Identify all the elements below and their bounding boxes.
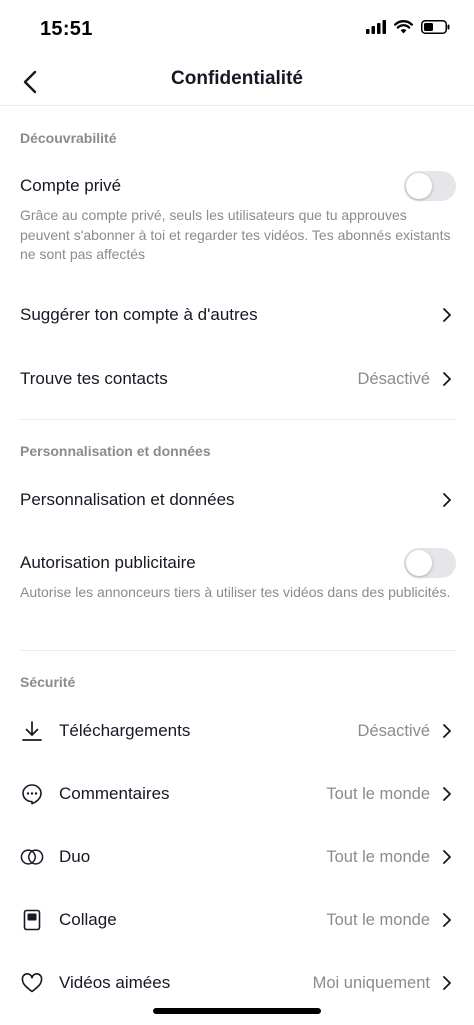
home-indicator xyxy=(153,1008,321,1014)
stitch-value: Tout le monde xyxy=(326,910,430,929)
ad-authorization-label: Autorisation publicitaire xyxy=(20,553,196,572)
chevron-right-icon xyxy=(443,308,451,322)
liked-videos-label: Vidéos aimées xyxy=(59,973,171,992)
chevron-right-icon xyxy=(443,787,451,801)
chevron-right-icon xyxy=(443,913,451,927)
toggle-knob xyxy=(406,173,432,199)
duet-value: Tout le monde xyxy=(326,847,430,866)
stitch-row[interactable]: Collage Tout le monde xyxy=(0,896,474,944)
heart-icon xyxy=(20,971,44,995)
chevron-right-icon xyxy=(443,976,451,990)
status-bar: 15:51 xyxy=(0,0,474,60)
downloads-label: Téléchargements xyxy=(59,721,191,740)
comments-value: Tout le monde xyxy=(326,784,430,803)
comments-label: Commentaires xyxy=(59,784,170,803)
toggle-knob xyxy=(406,550,432,576)
stitch-label: Collage xyxy=(59,910,117,929)
liked-videos-row[interactable]: Vidéos aimées Moi uniquement xyxy=(0,959,474,1007)
section-divider xyxy=(20,419,456,420)
page-title: Confidentialité xyxy=(171,68,303,89)
duet-row[interactable]: Duo Tout le monde xyxy=(0,833,474,881)
downloads-row[interactable]: Téléchargements Désactivé xyxy=(0,707,474,755)
find-contacts-row[interactable]: Trouve tes contacts Désactivé xyxy=(0,355,474,403)
chevron-right-icon xyxy=(443,724,451,738)
ad-authorization-row: Autorisation publicitaire xyxy=(0,539,474,587)
personalization-data-label: Personnalisation et données xyxy=(20,490,235,509)
status-icons xyxy=(366,20,450,34)
suggest-account-label: Suggérer ton compte à d'autres xyxy=(20,305,258,324)
stitch-icon xyxy=(20,908,44,932)
chevron-right-icon xyxy=(443,493,451,507)
duet-label: Duo xyxy=(59,847,91,866)
section-header-security: Sécurité xyxy=(20,674,76,690)
wifi-icon xyxy=(394,20,413,34)
find-contacts-label: Trouve tes contacts xyxy=(20,369,168,388)
section-divider xyxy=(20,650,456,651)
chevron-right-icon xyxy=(443,372,451,386)
cellular-signal-icon xyxy=(366,20,386,34)
ad-authorization-description: Autorise les annonceurs tiers à utiliser… xyxy=(20,584,451,600)
nav-bar: Confidentialité xyxy=(0,56,474,106)
section-header-discoverability: Découvrabilité xyxy=(20,130,117,146)
comments-row[interactable]: Commentaires Tout le monde xyxy=(0,770,474,818)
liked-videos-value: Moi uniquement xyxy=(312,973,430,992)
comment-icon xyxy=(20,782,44,806)
private-account-label: Compte privé xyxy=(20,176,122,195)
personalization-data-row[interactable]: Personnalisation et données xyxy=(0,476,474,524)
private-account-row: Compte privé xyxy=(0,162,474,210)
chevron-right-icon xyxy=(443,850,451,864)
duet-icon xyxy=(20,845,44,869)
ad-authorization-toggle[interactable] xyxy=(404,548,456,578)
downloads-value: Désactivé xyxy=(357,721,430,740)
section-header-personalization: Personnalisation et données xyxy=(20,443,211,459)
private-account-toggle[interactable] xyxy=(404,171,456,201)
suggest-account-row[interactable]: Suggérer ton compte à d'autres xyxy=(0,291,474,339)
private-account-description: Grâce au compte privé, seuls les utilisa… xyxy=(20,207,451,262)
battery-icon xyxy=(421,20,450,34)
download-icon xyxy=(20,719,44,743)
status-time: 15:51 xyxy=(40,18,93,40)
find-contacts-value: Désactivé xyxy=(357,369,430,388)
